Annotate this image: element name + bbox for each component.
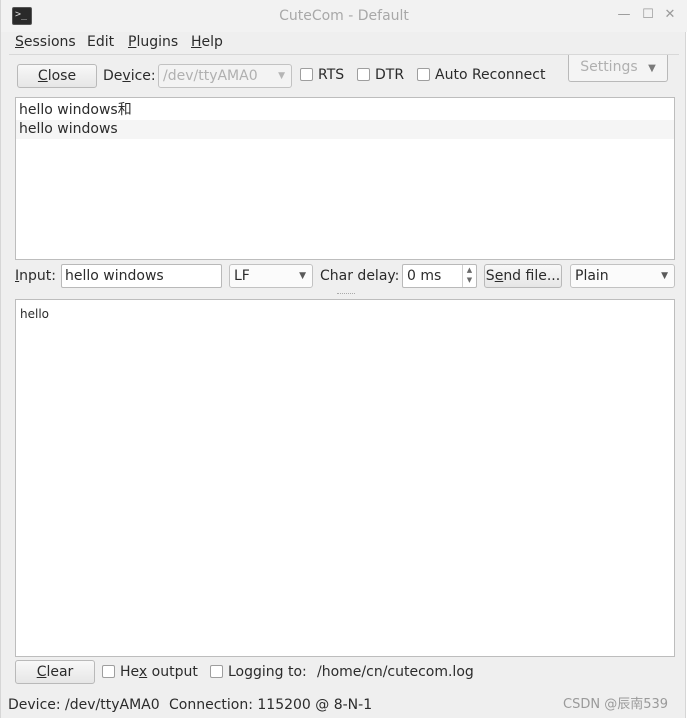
maximize-icon[interactable]: ☐ bbox=[639, 6, 657, 24]
chevron-down-icon: ▼ bbox=[299, 271, 306, 281]
cutecom-window: >_ CuteCom - Default — ☐ ✕ Sessions Edit… bbox=[0, 0, 687, 718]
log-panel[interactable]: hello bbox=[15, 299, 675, 657]
char-delay-label: Char delay: bbox=[320, 268, 400, 284]
char-delay-spinbox[interactable]: 0 ms ▲ ▼ bbox=[402, 264, 477, 288]
input-field[interactable]: hello windows bbox=[61, 264, 222, 288]
menu-plugins[interactable]: Plugins bbox=[128, 34, 178, 50]
output-line: hello windows bbox=[16, 120, 674, 139]
output-line: hello windows和 bbox=[19, 102, 132, 118]
minimize-icon[interactable]: — bbox=[615, 6, 633, 24]
menu-help[interactable]: Help bbox=[191, 34, 223, 50]
hex-output-checkbox[interactable] bbox=[102, 665, 115, 678]
log-text: hello bbox=[20, 307, 49, 321]
line-end-select[interactable]: LF ▼ bbox=[229, 264, 313, 288]
auto-reconnect-label: Auto Reconnect bbox=[435, 67, 546, 83]
device-label: Device: bbox=[103, 68, 156, 84]
status-device: Device: /dev/ttyAMA0 bbox=[8, 697, 160, 713]
watermark: CSDN @辰南539 bbox=[563, 697, 669, 712]
title-bar: >_ CuteCom - Default — ☐ ✕ bbox=[1, 0, 687, 32]
logging-checkbox[interactable] bbox=[210, 665, 223, 678]
settings-button[interactable]: Settings ▼ bbox=[568, 55, 668, 82]
auto-reconnect-checkbox[interactable] bbox=[417, 68, 430, 81]
device-select[interactable]: /dev/ttyAMA0 ▼ bbox=[158, 64, 292, 88]
chevron-down-icon: ▼ bbox=[648, 63, 656, 74]
dtr-checkbox[interactable] bbox=[357, 68, 370, 81]
menu-edit[interactable]: Edit bbox=[87, 34, 114, 50]
close-button[interactable]: Close bbox=[17, 64, 97, 88]
hex-output-label: Hex output bbox=[120, 664, 198, 680]
input-label: Input: bbox=[15, 268, 56, 284]
format-select[interactable]: Plain ▼ bbox=[570, 264, 675, 288]
close-window-icon[interactable]: ✕ bbox=[661, 6, 679, 24]
rts-label: RTS bbox=[318, 67, 345, 83]
logging-label: Logging to: bbox=[228, 664, 307, 680]
dtr-label: DTR bbox=[375, 67, 405, 83]
send-file-button[interactable]: Send file... bbox=[484, 264, 562, 288]
splitter-handle[interactable] bbox=[337, 293, 355, 294]
log-path: /home/cn/cutecom.log bbox=[317, 664, 474, 680]
clear-button[interactable]: Clear bbox=[15, 660, 95, 684]
status-connection: Connection: 115200 @ 8-N-1 bbox=[169, 697, 373, 713]
spinner-arrows-icon[interactable]: ▲ ▼ bbox=[462, 265, 476, 287]
window-title: CuteCom - Default bbox=[279, 8, 409, 24]
menu-bar: Sessions Edit Plugins Help bbox=[1, 32, 687, 54]
chevron-down-icon: ▼ bbox=[661, 271, 668, 281]
chevron-down-icon: ▼ bbox=[278, 71, 285, 81]
rts-checkbox[interactable] bbox=[300, 68, 313, 81]
menu-sessions[interactable]: Sessions bbox=[15, 34, 76, 50]
output-panel[interactable]: hello windows和 hello windows bbox=[15, 97, 675, 260]
